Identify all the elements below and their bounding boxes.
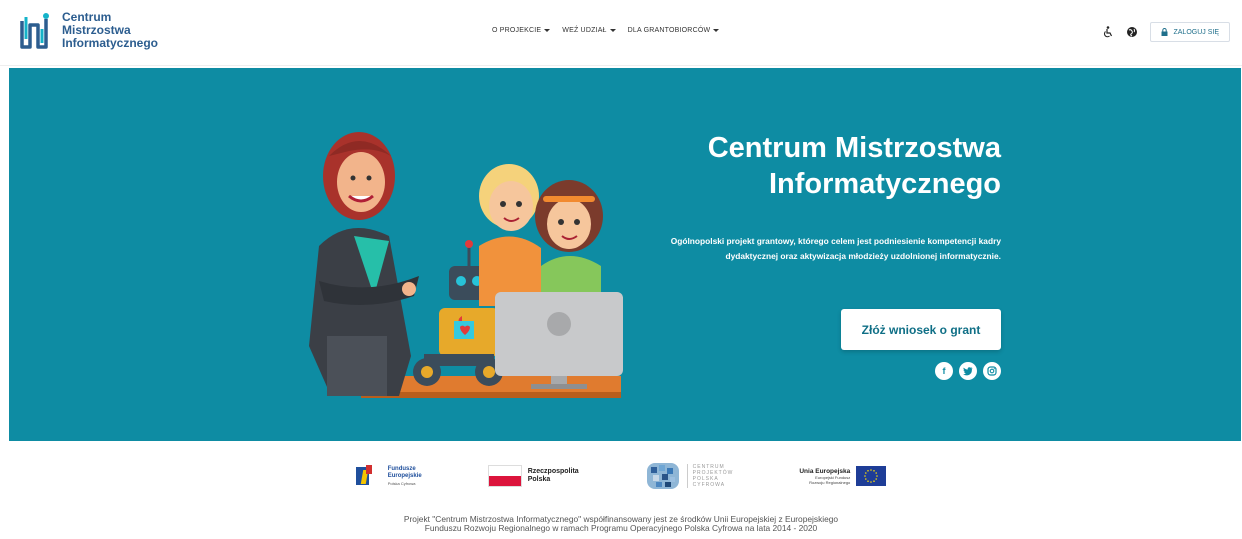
nav-label: O PROJEKCIE	[492, 27, 542, 34]
centrum-projektow-polska-cyfrowa-logo[interactable]: CENTRUM PROJEKTÓW POLSKA CYFROWA	[645, 459, 734, 493]
site-logo[interactable]: Centrum Mistrzostwa Informatycznego	[18, 9, 158, 51]
site-header: Centrum Mistrzostwa Informatycznego O PR…	[0, 0, 1242, 66]
cpc-line-4: CYFROWA	[692, 482, 726, 488]
pl-line-2: Polska	[527, 476, 551, 483]
wheelchair-icon[interactable]	[1102, 26, 1114, 38]
header-actions: ZALOGUJ SIĘ	[1102, 22, 1230, 42]
main-nav: O PROJEKCIE WEŹ UDZIAŁ DLA GRANTOBIORCÓW	[492, 27, 720, 34]
facebook-icon[interactable]: f	[935, 362, 953, 380]
polish-flag-icon	[487, 465, 522, 487]
cofinancing-line-2: Funduszu Rozwoju Regionalnego w ramach P…	[424, 523, 818, 533]
unia-europejska-logo[interactable]: Unia Europejska Europejski Fundusz Rozwo…	[799, 466, 887, 486]
cofinancing-note: Projekt "Centrum Mistrzostwa Informatycz…	[0, 515, 1242, 533]
nav-label: DLA GRANTOBIORCÓW	[627, 27, 711, 34]
twitter-icon[interactable]	[959, 362, 977, 380]
nav-item-dla-grantobiorcow[interactable]: DLA GRANTOBIORCÓW	[628, 27, 720, 34]
hero-banner: Centrum Mistrzostwa Informatycznego Ogól…	[9, 68, 1241, 441]
lock-icon	[1161, 28, 1168, 36]
nav-label: WEŹ UDZIAŁ	[562, 27, 607, 34]
cmi-logo-icon	[20, 13, 49, 49]
instagram-icon[interactable]	[983, 362, 1001, 380]
login-button[interactable]: ZALOGUJ SIĘ	[1150, 22, 1230, 42]
caret-down-icon	[609, 29, 616, 32]
social-links: f	[935, 362, 1001, 380]
ue-line-1: Unia Europejska	[799, 467, 851, 475]
caret-down-icon	[713, 29, 720, 32]
hero-title: Centrum Mistrzostwa Informatycznego	[707, 132, 1001, 200]
logo-line-3: Informatycznego	[62, 35, 159, 50]
logo-line-1: Centrum	[62, 9, 112, 24]
eu-flag-icon	[856, 466, 887, 486]
apply-for-grant-button[interactable]: Złóż wniosek o grant	[841, 309, 1001, 350]
logo-text: Centrum Mistrzostwa Informatycznego	[62, 9, 159, 50]
pl-line-1: Rzeczpospolita	[527, 468, 579, 475]
hero-description: Ogólnopolski projekt grantowy, którego c…	[670, 236, 1001, 261]
rzeczpospolita-polska-logo[interactable]: Rzeczpospolita Polska	[487, 465, 579, 487]
login-label: ZALOGUJ SIĘ	[1173, 28, 1219, 36]
logo-line-2: Mistrzostwa	[62, 22, 131, 37]
cpc-mosaic-icon	[646, 463, 679, 489]
fundusze-europejskie-logo[interactable]: Fundusze Europejskie Polska Cyfrowa	[355, 465, 422, 487]
fe-line-2: Europejskie	[387, 472, 422, 479]
nav-item-o-projekcie[interactable]: O PROJEKCIE	[492, 27, 551, 34]
globe-icon[interactable]	[1126, 26, 1138, 38]
nav-item-wez-udzial[interactable]: WEŹ UDZIAŁ	[562, 27, 616, 34]
fundusze-europejskie-icon	[355, 465, 382, 487]
caret-down-icon	[544, 29, 551, 32]
fe-line-1: Fundusze	[387, 465, 416, 472]
funding-logos: Fundusze Europejskie Polska Cyfrowa Rzec…	[0, 456, 1242, 496]
fe-sub: Polska Cyfrowa	[387, 480, 416, 486]
ue-sub-2: Rozwoju Regionalnego	[809, 479, 851, 485]
